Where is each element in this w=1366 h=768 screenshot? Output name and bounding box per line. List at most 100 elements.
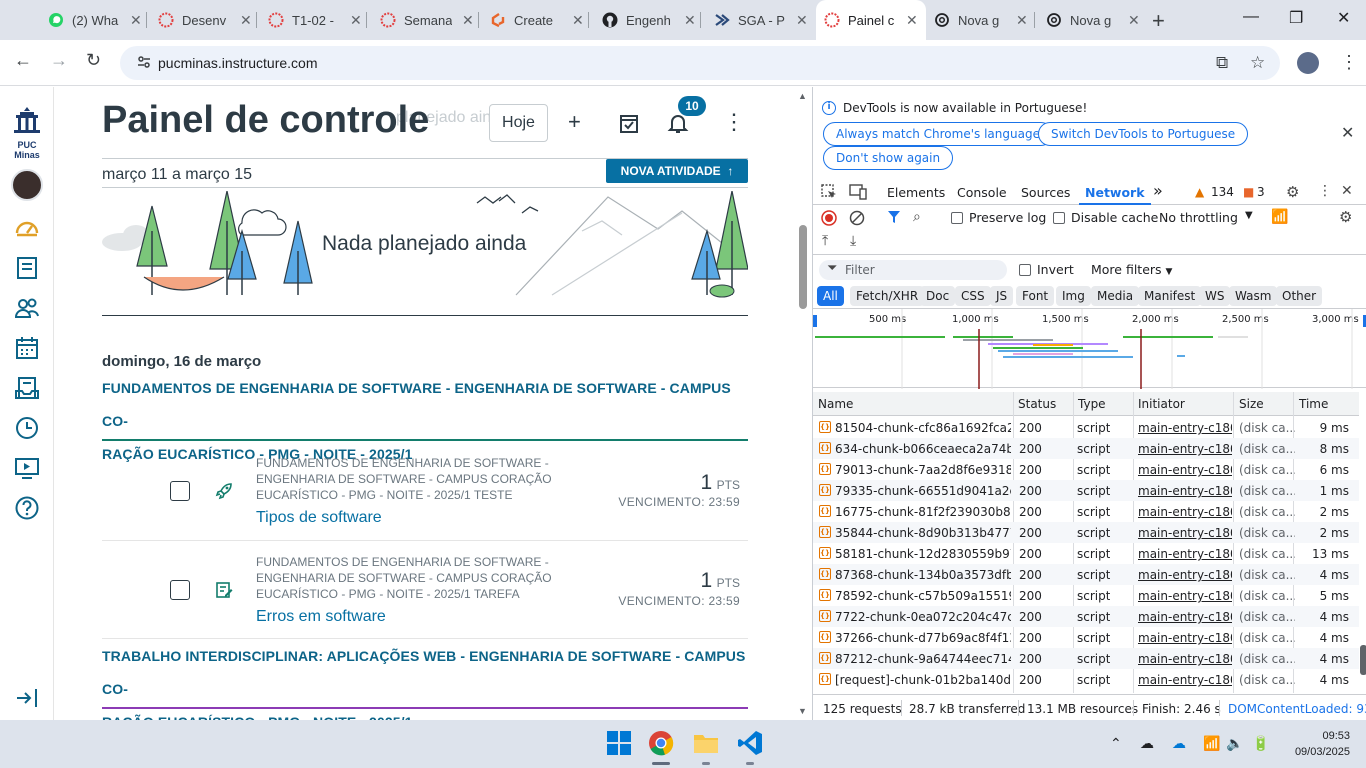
- close-infobar-icon[interactable]: ✕: [1341, 123, 1354, 142]
- request-name[interactable]: 16775-chunk-81f2f239030b80...: [835, 505, 1011, 519]
- checkbox-box[interactable]: [1019, 264, 1031, 276]
- request-row[interactable]: {} 35844-chunk-8d90b313b4777... 200 script m…: [813, 522, 1359, 543]
- browser-tab[interactable]: Nova g ✕: [1046, 8, 1140, 32]
- close-tab-icon[interactable]: ✕: [796, 12, 808, 29]
- column-header-initiator[interactable]: Initiator: [1138, 397, 1185, 411]
- close-devtools-icon[interactable]: ✕: [1341, 183, 1353, 199]
- chip-doc[interactable]: Doc: [920, 286, 956, 306]
- browser-tab[interactable]: T1-02 - ✕: [268, 8, 362, 32]
- request-name[interactable]: 35844-chunk-8d90b313b4777...: [835, 526, 1011, 540]
- network-settings-icon[interactable]: ⚙: [1339, 208, 1352, 226]
- system-clock[interactable]: 09:53 09/03/2025: [1290, 728, 1350, 760]
- chip-font[interactable]: Font: [1016, 286, 1055, 306]
- checkbox-box[interactable]: [951, 212, 963, 224]
- request-row[interactable]: {} 634-chunk-b066ceaeca2a74b0.js 200 script…: [813, 438, 1359, 459]
- match-language-button[interactable]: Always match Chrome's language: [823, 122, 1053, 146]
- new-tab-icon[interactable]: +: [1152, 8, 1165, 34]
- inspect-element-icon[interactable]: [821, 184, 837, 200]
- request-initiator[interactable]: main-entry-c180f: [1138, 652, 1232, 666]
- file-explorer-icon[interactable]: [693, 730, 719, 756]
- settings-gear-icon[interactable]: ⚙: [1286, 183, 1299, 201]
- request-row[interactable]: {} 79013-chunk-7aa2d8f6e9318e... 200 script…: [813, 459, 1359, 480]
- browser-tab[interactable]: (2) Wha ✕: [48, 8, 142, 32]
- scrollbar-thumb[interactable]: [1360, 645, 1366, 675]
- request-initiator[interactable]: main-entry-c180f: [1138, 568, 1232, 582]
- chip-css[interactable]: CSS: [955, 286, 991, 306]
- request-row[interactable]: {} 37266-chunk-d77b69ac8f4f13... 200 script…: [813, 627, 1359, 648]
- request-name[interactable]: 81504-chunk-cfc86a1692fca20...: [835, 421, 1011, 435]
- restore-icon[interactable]: ❐: [1289, 8, 1303, 28]
- scroll-up-icon[interactable]: ▲: [798, 91, 807, 101]
- request-row[interactable]: {} 87368-chunk-134b0a3573dfbe... 200 script…: [813, 564, 1359, 585]
- tab-console[interactable]: Console: [957, 185, 1007, 200]
- request-initiator[interactable]: main-entry-c180f: [1138, 484, 1232, 498]
- disable-cache-checkbox[interactable]: Disable cache: [1053, 210, 1158, 225]
- request-row[interactable]: {} 78592-chunk-c57b509a15519e... 200 script…: [813, 585, 1359, 606]
- invert-checkbox[interactable]: Invert: [1019, 262, 1074, 277]
- chip-wasm[interactable]: Wasm: [1229, 286, 1278, 306]
- sync-icon[interactable]: ☁: [1172, 735, 1186, 752]
- chip-js[interactable]: JS: [990, 286, 1014, 306]
- more-filters-dropdown[interactable]: More filters ▼: [1091, 262, 1172, 277]
- error-count[interactable]: 3: [1257, 185, 1265, 199]
- complete-checkbox[interactable]: [170, 580, 190, 600]
- inbox-icon[interactable]: [14, 375, 40, 401]
- dashboard-icon[interactable]: [14, 215, 40, 241]
- tab-elements[interactable]: Elements: [887, 185, 945, 200]
- studio-icon[interactable]: [14, 455, 40, 481]
- dropdown-arrow-icon[interactable]: ▼: [1245, 210, 1253, 221]
- courses-icon[interactable]: [14, 255, 40, 281]
- request-name[interactable]: 37266-chunk-d77b69ac8f4f13...: [835, 631, 1011, 645]
- chip-manifest[interactable]: Manifest: [1138, 286, 1202, 306]
- filter-funnel-icon[interactable]: [887, 210, 901, 224]
- onedrive-cloud-icon[interactable]: ☁: [1140, 735, 1154, 752]
- more-tabs-icon[interactable]: »: [1153, 181, 1163, 200]
- chip-img[interactable]: Img: [1056, 286, 1091, 306]
- close-tab-icon[interactable]: ✕: [906, 12, 918, 29]
- chip-fetch-xhr[interactable]: Fetch/XHR: [850, 286, 925, 306]
- request-initiator[interactable]: main-entry-c180f: [1138, 673, 1232, 687]
- request-name[interactable]: 87212-chunk-9a64744eec7145...: [835, 652, 1011, 666]
- minimize-icon[interactable]: —: [1243, 8, 1259, 26]
- browser-tab[interactable]: Desenv ✕: [158, 8, 252, 32]
- column-header-time[interactable]: Time: [1299, 397, 1328, 411]
- profile-avatar[interactable]: [1297, 52, 1319, 74]
- close-tab-icon[interactable]: ✕: [350, 12, 362, 29]
- request-initiator[interactable]: main-entry-c180f: [1138, 631, 1232, 645]
- page-scrollbar[interactable]: ▲ ▼: [796, 87, 812, 720]
- request-name[interactable]: 87368-chunk-134b0a3573dfbe...: [835, 568, 1011, 582]
- collapse-nav-icon[interactable]: [14, 685, 40, 711]
- chrome-taskbar-icon[interactable]: [648, 730, 674, 756]
- volume-icon[interactable]: 🔈: [1226, 735, 1243, 752]
- warning-icon[interactable]: ▲: [1195, 185, 1204, 199]
- address-bar[interactable]: pucminas.instructure.com ⧉ ☆: [120, 46, 1280, 80]
- preserve-log-checkbox[interactable]: Preserve log: [951, 210, 1046, 225]
- open-in-app-icon[interactable]: ⧉: [1216, 53, 1228, 73]
- request-initiator[interactable]: main-entry-c180f: [1138, 463, 1232, 477]
- battery-icon[interactable]: 🔋: [1252, 735, 1269, 752]
- column-header-name[interactable]: Name: [818, 397, 853, 411]
- today-button[interactable]: Hoje: [489, 104, 548, 142]
- request-row[interactable]: {} 16775-chunk-81f2f239030b80... 200 script…: [813, 501, 1359, 522]
- request-name[interactable]: 58181-chunk-12d2830559b97...: [835, 547, 1011, 561]
- bookmark-star-icon[interactable]: ☆: [1250, 53, 1265, 73]
- request-name[interactable]: 78592-chunk-c57b509a15519e...: [835, 589, 1011, 603]
- complete-checkbox[interactable]: [170, 481, 190, 501]
- vscode-icon[interactable]: [737, 730, 763, 756]
- reload-icon[interactable]: ↻: [86, 50, 101, 71]
- request-name[interactable]: 7722-chunk-0ea072c204c47c9...: [835, 610, 1011, 624]
- request-name[interactable]: 79013-chunk-7aa2d8f6e9318e...: [835, 463, 1011, 477]
- grades-icon[interactable]: [618, 112, 640, 134]
- request-row[interactable]: {} [request]-chunk-01b2ba140d9... 200 scrip…: [813, 669, 1359, 690]
- request-name[interactable]: 79335-chunk-66551d9041a2e...: [835, 484, 1011, 498]
- close-tab-icon[interactable]: ✕: [1016, 12, 1028, 29]
- request-row[interactable]: {} 87212-chunk-9a64744eec7145... 200 script…: [813, 648, 1359, 669]
- browser-tab[interactable]: Semana ✕: [380, 8, 474, 32]
- close-tab-icon[interactable]: ✕: [572, 12, 584, 29]
- request-initiator[interactable]: main-entry-c180f: [1138, 589, 1232, 603]
- tab-network[interactable]: Network: [1085, 185, 1145, 200]
- help-icon[interactable]: [14, 495, 40, 521]
- chip-other[interactable]: Other: [1276, 286, 1323, 306]
- filter-input[interactable]: ⏷ Filter: [819, 260, 1007, 280]
- new-activity-button[interactable]: NOVA ATIVIDADE ↑: [606, 159, 748, 183]
